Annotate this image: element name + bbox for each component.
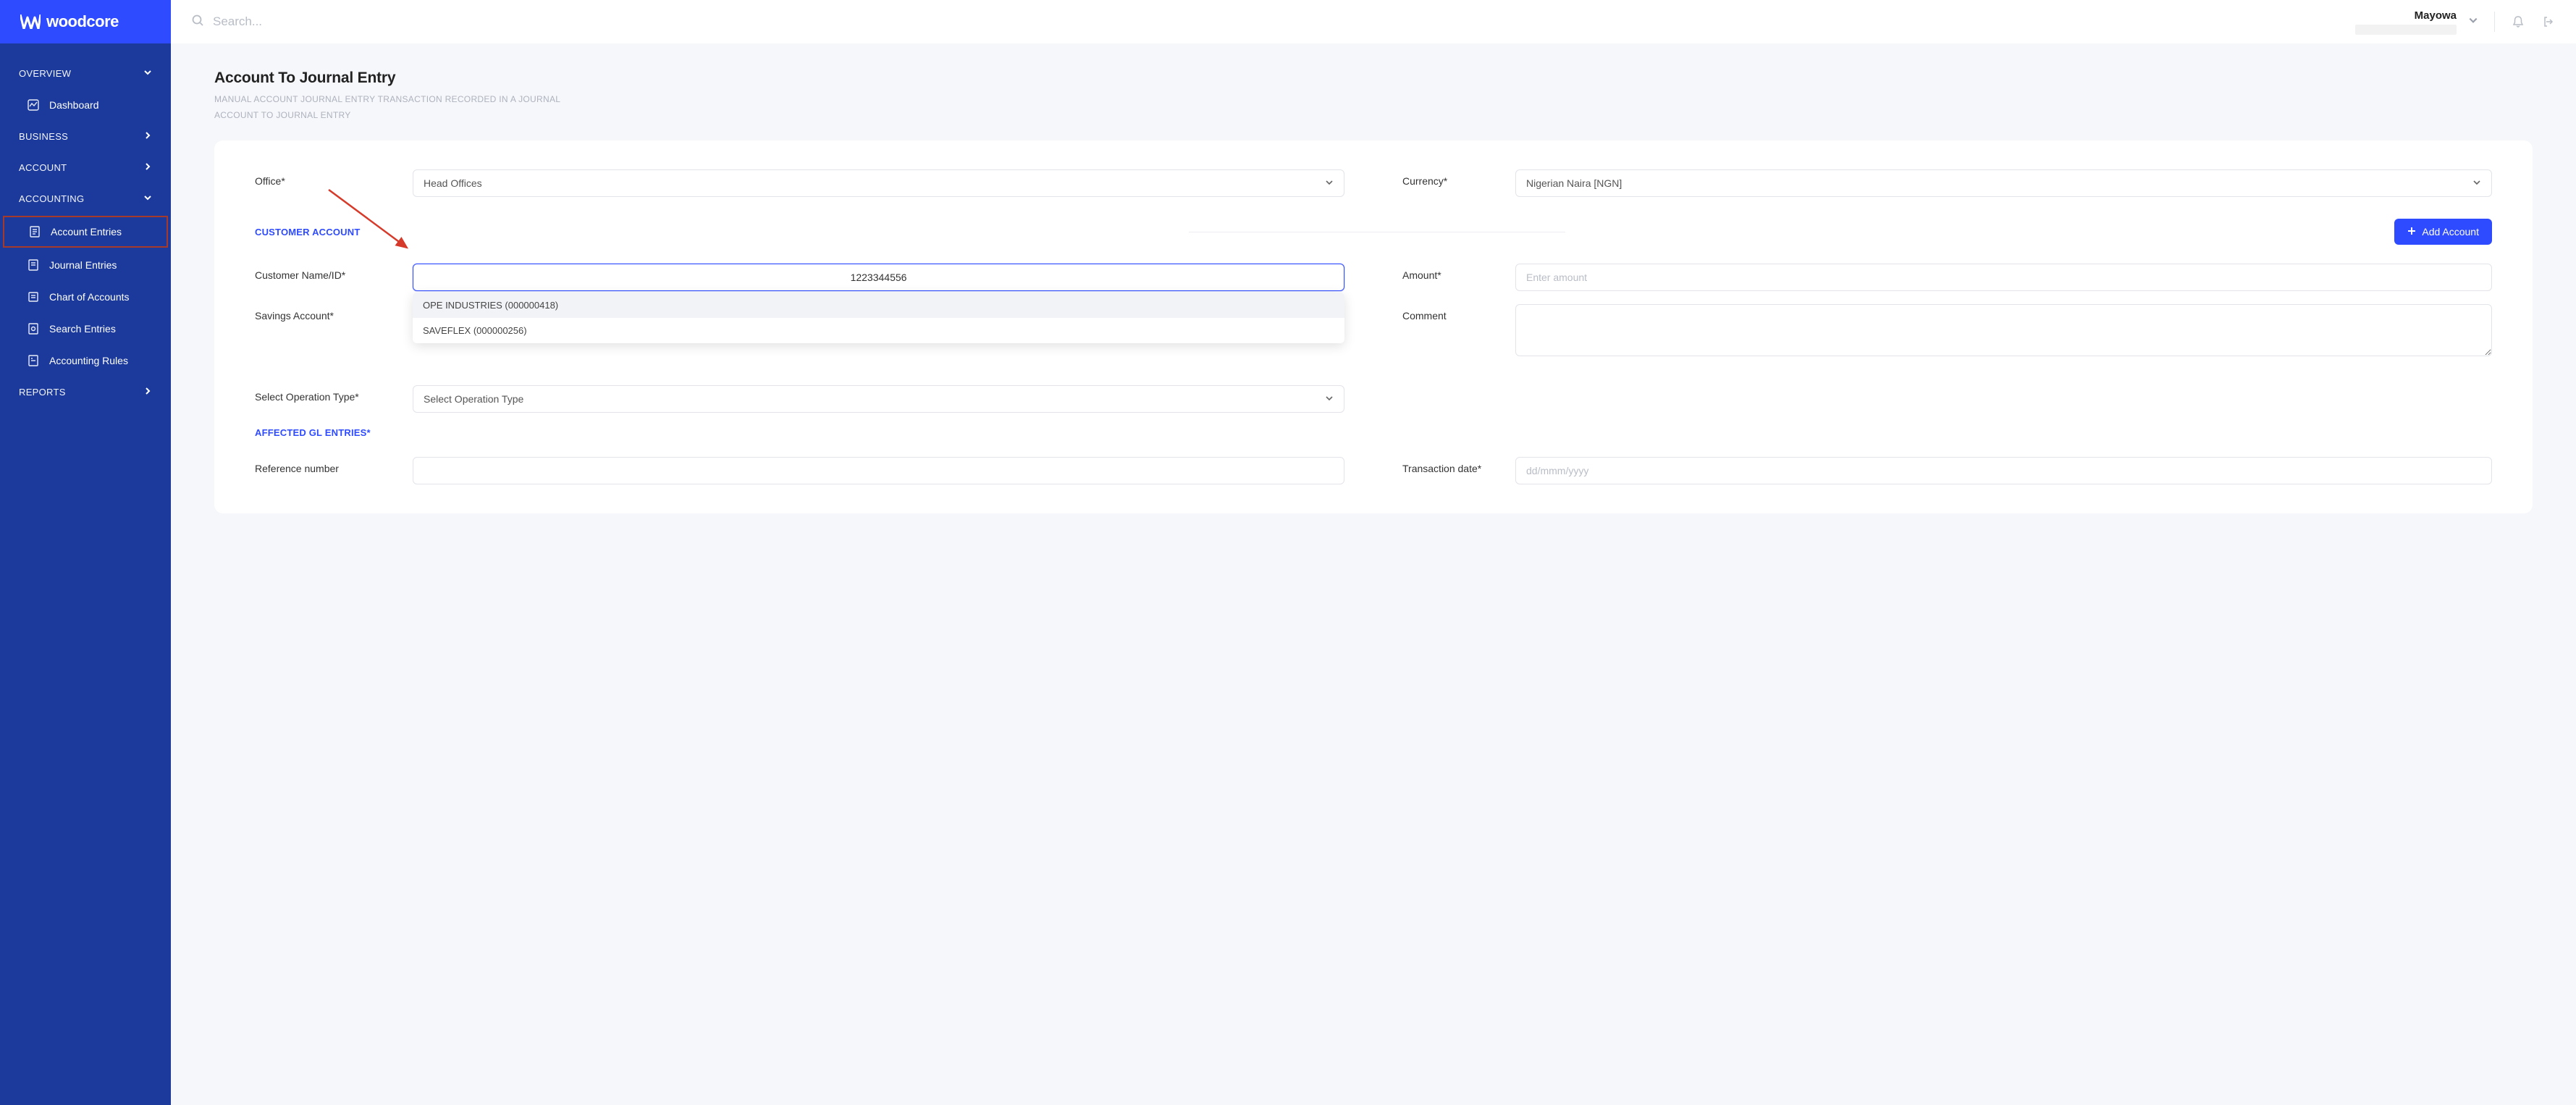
customer-account-heading: CUSTOMER ACCOUNT bbox=[255, 227, 360, 238]
brand-logo[interactable]: woodcore bbox=[20, 12, 119, 31]
sidebar-section-accounting[interactable]: ACCOUNTING bbox=[0, 183, 171, 214]
sidebar-item-label: Account Entries bbox=[51, 226, 122, 238]
sidebar-section-label: OVERVIEW bbox=[19, 68, 71, 79]
autocomplete-option[interactable]: OPE INDUSTRIES (000000418) bbox=[413, 293, 1344, 318]
sidebar-item-dashboard[interactable]: Dashboard bbox=[0, 89, 171, 121]
dashboard-icon bbox=[28, 99, 39, 111]
chevron-down-icon bbox=[2468, 15, 2478, 29]
transaction-date-input[interactable] bbox=[1515, 457, 2492, 484]
reference-number-label: Reference number bbox=[255, 457, 413, 474]
sidebar-item-label: Search Entries bbox=[49, 323, 116, 335]
sidebar-section-account[interactable]: ACCOUNT bbox=[0, 152, 171, 183]
sidebar-item-journal-entries[interactable]: Journal Entries bbox=[0, 249, 171, 281]
journal-icon bbox=[28, 259, 39, 271]
customer-name-input[interactable] bbox=[413, 264, 1344, 291]
brand-header: woodcore bbox=[0, 0, 171, 43]
add-account-button[interactable]: Add Account bbox=[2394, 219, 2492, 245]
savings-account-label: Savings Account* bbox=[255, 304, 413, 322]
page-title: Account To Journal Entry bbox=[214, 70, 2533, 87]
user-area: Mayowa bbox=[2355, 9, 2556, 35]
sidebar-section-business[interactable]: BUSINESS bbox=[0, 121, 171, 152]
sidebar-section-overview[interactable]: OVERVIEW bbox=[0, 58, 171, 89]
chevron-down-icon bbox=[2472, 177, 2481, 189]
divider bbox=[2494, 12, 2495, 32]
sidebar-item-label: Accounting Rules bbox=[49, 355, 128, 366]
comment-label: Comment bbox=[1402, 304, 1515, 322]
chevron-right-icon bbox=[143, 131, 152, 142]
chevron-down-icon bbox=[1325, 177, 1334, 189]
comment-textarea[interactable] bbox=[1515, 304, 2492, 356]
user-meta-placeholder bbox=[2355, 25, 2457, 35]
sidebar-section-label: REPORTS bbox=[19, 387, 66, 398]
chevron-right-icon bbox=[143, 387, 152, 398]
page-subtitle: MANUAL ACCOUNT JOURNAL ENTRY TRANSACTION… bbox=[214, 94, 2533, 104]
entries-icon bbox=[29, 226, 41, 238]
sidebar-section-reports[interactable]: REPORTS bbox=[0, 377, 171, 408]
sidebar-item-chart-of-accounts[interactable]: Chart of Accounts bbox=[0, 281, 171, 313]
gl-entries-heading: AFFECTED GL ENTRIES* bbox=[255, 427, 2492, 438]
search-entries-icon bbox=[28, 323, 39, 335]
amount-label: Amount* bbox=[1402, 264, 1515, 281]
chart-icon bbox=[28, 291, 39, 303]
brand-text: woodcore bbox=[46, 12, 119, 31]
currency-value: Nigerian Naira [NGN] bbox=[1526, 177, 1622, 189]
autocomplete-option[interactable]: SAVEFLEX (000000256) bbox=[413, 318, 1344, 343]
sidebar-item-accounting-rules[interactable]: Accounting Rules bbox=[0, 345, 171, 377]
rules-icon bbox=[28, 355, 39, 366]
amount-input[interactable] bbox=[1515, 264, 2492, 291]
chevron-right-icon bbox=[143, 162, 152, 173]
sidebar-section-label: ACCOUNTING bbox=[19, 193, 84, 204]
breadcrumb: ACCOUNT TO JOURNAL ENTRY bbox=[214, 110, 2533, 120]
logout-icon[interactable] bbox=[2541, 14, 2556, 29]
chevron-down-icon bbox=[143, 193, 152, 204]
sidebar-item-search-entries[interactable]: Search Entries bbox=[0, 313, 171, 345]
add-account-label: Add Account bbox=[2422, 226, 2479, 238]
search-wrap bbox=[191, 14, 2344, 30]
office-value: Head Offices bbox=[424, 177, 482, 189]
customer-name-label: Customer Name/ID* bbox=[255, 264, 413, 281]
sidebar-item-account-entries[interactable]: Account Entries bbox=[3, 216, 168, 248]
operation-type-select[interactable]: Select Operation Type bbox=[413, 385, 1344, 413]
topbar: Mayowa bbox=[171, 0, 2576, 43]
brand-mark-icon bbox=[20, 14, 41, 29]
form-card: Office* Head Offices Currency* Ni bbox=[214, 140, 2533, 513]
sidebar-section-label: ACCOUNT bbox=[19, 162, 67, 173]
bell-icon[interactable] bbox=[2511, 14, 2525, 29]
office-label: Office* bbox=[255, 169, 413, 187]
sidebar-item-label: Journal Entries bbox=[49, 259, 117, 271]
currency-select[interactable]: Nigerian Naira [NGN] bbox=[1515, 169, 2492, 197]
transaction-date-label: Transaction date* bbox=[1402, 457, 1515, 474]
sidebar-nav: OVERVIEW Dashboard BUSINESS ACCOUNT bbox=[0, 43, 171, 1105]
search-input[interactable] bbox=[213, 14, 502, 29]
main: Mayowa Account To Journal Entry MAN bbox=[171, 0, 2576, 1105]
reference-number-input[interactable] bbox=[413, 457, 1344, 484]
sidebar-item-label: Chart of Accounts bbox=[49, 291, 130, 303]
office-select[interactable]: Head Offices bbox=[413, 169, 1344, 197]
sidebar-section-label: BUSINESS bbox=[19, 131, 68, 142]
sidebar-item-label: Dashboard bbox=[49, 99, 99, 111]
currency-label: Currency* bbox=[1402, 169, 1515, 187]
chevron-down-icon bbox=[1325, 393, 1334, 405]
search-icon bbox=[191, 14, 204, 30]
user-menu[interactable]: Mayowa bbox=[2355, 9, 2478, 35]
chevron-down-icon bbox=[143, 68, 152, 79]
user-name: Mayowa bbox=[2415, 9, 2457, 22]
operation-value: Select Operation Type bbox=[424, 393, 523, 405]
sidebar: woodcore OVERVIEW Dashboard BUSINESS bbox=[0, 0, 171, 1105]
content: Account To Journal Entry MANUAL ACCOUNT … bbox=[171, 43, 2576, 539]
plus-icon bbox=[2407, 226, 2416, 238]
operation-type-label: Select Operation Type* bbox=[255, 385, 413, 403]
customer-autocomplete-dropdown: OPE INDUSTRIES (000000418) SAVEFLEX (000… bbox=[413, 293, 1344, 343]
